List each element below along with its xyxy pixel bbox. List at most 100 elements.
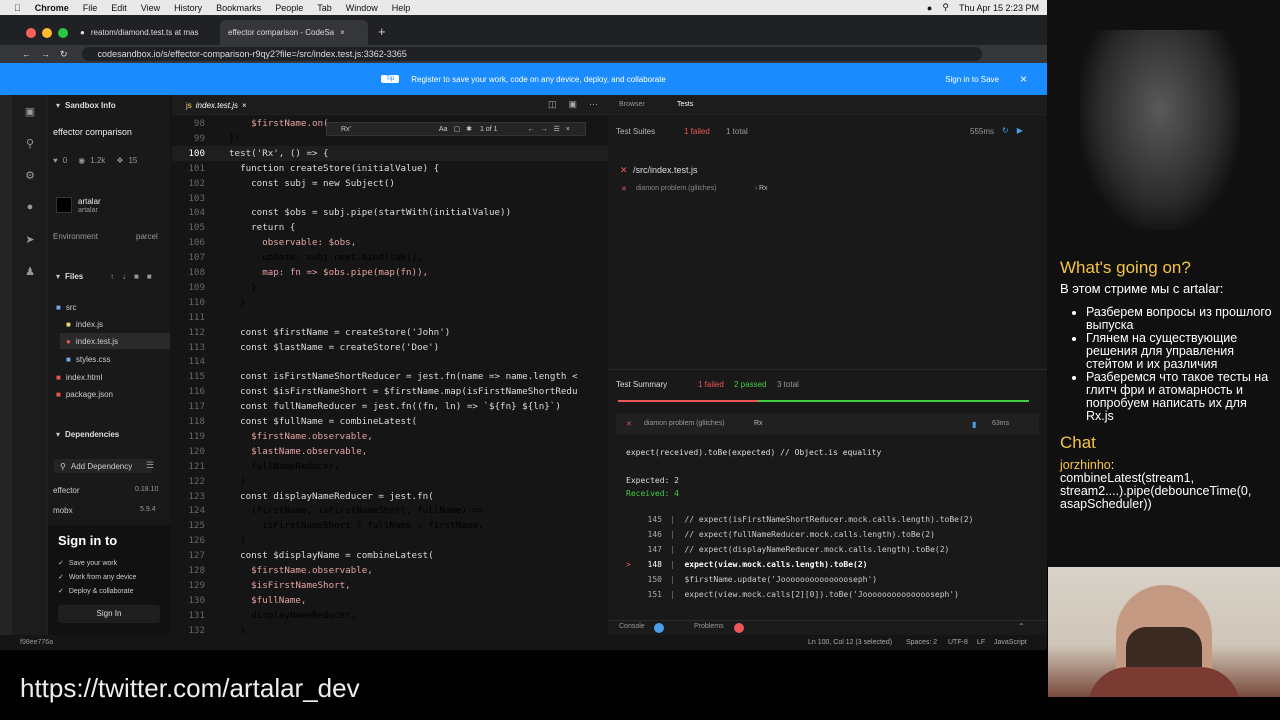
dependencies-header[interactable]: Dependencies <box>65 430 119 439</box>
clock[interactable]: Thu Apr 15 2:23 PM <box>959 3 1039 13</box>
browser-tab-codesandbox[interactable]: effector comparison - CodeSa × <box>220 20 368 45</box>
code-line[interactable]: 103 <box>172 191 608 206</box>
github-icon[interactable]: ● <box>24 201 36 213</box>
file-item[interactable]: ■ src <box>56 303 77 312</box>
split-view-icon[interactable]: ◫ <box>548 99 557 110</box>
editor-tab-index-test[interactable]: js index.test.js × <box>178 95 255 115</box>
file-item[interactable]: ■ index.js <box>66 320 103 329</box>
wifi-icon[interactable]: ● <box>927 3 932 13</box>
file-item[interactable]: ■ index.html <box>56 373 102 382</box>
code-line[interactable]: 132 ) <box>172 623 608 635</box>
gear-icon[interactable]: ⚙ <box>24 169 36 182</box>
indent-setting[interactable]: Spaces: 2 <box>906 639 937 646</box>
cube-icon[interactable]: ▣ <box>24 105 36 118</box>
tab-tests[interactable]: Tests <box>677 101 693 108</box>
menu-window[interactable]: Window <box>346 3 378 13</box>
dependency-item[interactable]: mobx <box>53 506 73 515</box>
failed-test-name[interactable]: diamon problem (glitches) <box>644 420 725 427</box>
commit-hash[interactable]: f98ee776a <box>20 639 53 646</box>
close-tab-icon[interactable]: × <box>242 101 247 110</box>
sandbox-info-header[interactable]: Sandbox Info <box>65 101 116 110</box>
file-icon[interactable]: ▮ <box>972 420 976 429</box>
menu-history[interactable]: History <box>174 3 202 13</box>
dependency-item[interactable]: effector <box>53 486 80 495</box>
code-line[interactable]: 109 } <box>172 280 608 295</box>
language-mode[interactable]: JavaScript <box>994 639 1027 646</box>
files-header[interactable]: Files <box>65 272 83 281</box>
test-case-name[interactable]: diamon problem (glitches) <box>636 185 717 192</box>
find-input[interactable]: Rx' <box>341 126 351 133</box>
avatar[interactable] <box>56 197 72 213</box>
add-dependency-button[interactable]: ⚲ Add Dependency <box>54 459 152 473</box>
code-line[interactable]: 119 $firstName.observable, <box>172 429 608 444</box>
menu-app[interactable]: Chrome <box>35 3 69 13</box>
code-editor[interactable]: js index.test.js × ◫ ▣ ⋯ 98 $firstName.on(99… <box>172 95 608 635</box>
code-line[interactable]: 124 (firstName, isFirstNameShort, fullNa… <box>172 503 608 518</box>
code-line[interactable]: 114 <box>172 354 608 369</box>
close-icon[interactable]: × <box>1020 72 1027 86</box>
chevron-down-icon[interactable]: ▾ <box>56 272 60 281</box>
code-line[interactable]: 110 } <box>172 295 608 310</box>
reload-icon[interactable]: ↻ <box>60 49 68 60</box>
author-name[interactable]: artalar <box>78 197 101 206</box>
code-line[interactable]: 127 const $displayName = combineLatest( <box>172 548 608 563</box>
code-line[interactable]: 116 const $isFirstNameShort = $firstName… <box>172 384 608 399</box>
menu-view[interactable]: View <box>141 3 160 13</box>
code-line[interactable]: 100 test('Rx', () => { <box>172 145 608 161</box>
minimize-window-icon[interactable] <box>42 28 52 38</box>
new-tab-icon[interactable]: + <box>378 24 386 39</box>
code-line[interactable]: 121 fullNameReducer, <box>172 459 608 474</box>
regex-icon[interactable]: ✱ <box>466 125 472 133</box>
tab-browser[interactable]: Browser <box>619 101 645 108</box>
code-line[interactable]: 106 observable: $obs, <box>172 235 608 250</box>
match-case-icon[interactable]: Aa <box>439 126 448 133</box>
heart-icon[interactable]: ♥ <box>53 156 58 165</box>
test-file-path[interactable]: /src/index.test.js <box>633 165 698 175</box>
search-icon[interactable]: ⚲ <box>24 137 36 150</box>
whole-word-icon[interactable]: ▢ <box>453 125 460 133</box>
next-match-icon[interactable]: → <box>540 126 547 133</box>
code-line[interactable]: 120 $lastName.observable, <box>172 444 608 459</box>
code-line[interactable]: 107 update: subj.next.bind(subj), <box>172 250 608 265</box>
code-line[interactable]: 123 const displayNameReducer = jest.fn( <box>172 489 608 504</box>
code-line[interactable]: 129 $isFirstNameShort, <box>172 578 608 593</box>
code-line[interactable]: 131 displayNameReducer, <box>172 608 608 623</box>
code-line[interactable]: 104 const $obs = subj.pipe(startWith(ini… <box>172 205 608 220</box>
menu-people[interactable]: People <box>275 3 303 13</box>
new-folder-icon[interactable]: ■ <box>134 272 139 281</box>
prev-match-icon[interactable]: ← <box>527 126 534 133</box>
code-line[interactable]: 126 ) <box>172 533 608 548</box>
rocket-icon[interactable]: ➤ <box>24 233 36 246</box>
file-item-active[interactable]: ● index.test.js <box>60 333 170 349</box>
forward-icon[interactable]: → <box>41 49 50 59</box>
code-line[interactable]: 128 $firstName.observable, <box>172 563 608 578</box>
browser-tab-github[interactable]: ● reatom/diamond.test.ts at mas <box>72 20 220 45</box>
menu-help[interactable]: Help <box>392 3 411 13</box>
apple-icon[interactable]:  <box>14 3 21 13</box>
code-line[interactable]: 111 <box>172 310 608 325</box>
url-input[interactable]: codesandbox.io/s/effector-comparison-r9q… <box>81 47 982 61</box>
code-line[interactable]: 108 map: fn => $obs.pipe(map(fn)), <box>172 265 608 280</box>
close-window-icon[interactable] <box>26 28 36 38</box>
code-line[interactable]: 115 const isFirstNameShortReducer = jest… <box>172 369 608 384</box>
code-line[interactable]: 112 const $firstName = createStore('John… <box>172 325 608 340</box>
search-icon[interactable]: ⚲ <box>942 2 949 13</box>
sign-in-button[interactable]: Sign In <box>58 605 160 623</box>
sign-in-to-save-link[interactable]: Sign in to Save <box>945 75 999 84</box>
code-line[interactable]: 122 ) <box>172 474 608 489</box>
menu-edit[interactable]: Edit <box>111 3 127 13</box>
close-tab-icon[interactable]: × <box>340 28 345 37</box>
more-icon[interactable]: ⋯ <box>589 99 598 110</box>
menu-tab[interactable]: Tab <box>317 3 332 13</box>
folder-add-icon[interactable]: ■ <box>147 272 152 281</box>
problems-tab[interactable]: Problems <box>694 623 724 630</box>
back-icon[interactable]: ← <box>22 49 31 59</box>
code-line[interactable]: 113 const $lastName = createStore('Doe') <box>172 340 608 355</box>
file-item[interactable]: ■ package.json <box>56 390 113 399</box>
chevron-down-icon[interactable]: ▾ <box>56 430 60 439</box>
file-item[interactable]: ■ styles.css <box>66 355 111 364</box>
console-tab[interactable]: Console <box>619 623 645 630</box>
find-in-selection-icon[interactable]: ☰ <box>553 125 559 133</box>
users-icon[interactable]: ♟ <box>24 265 36 278</box>
maximize-window-icon[interactable] <box>58 28 68 38</box>
